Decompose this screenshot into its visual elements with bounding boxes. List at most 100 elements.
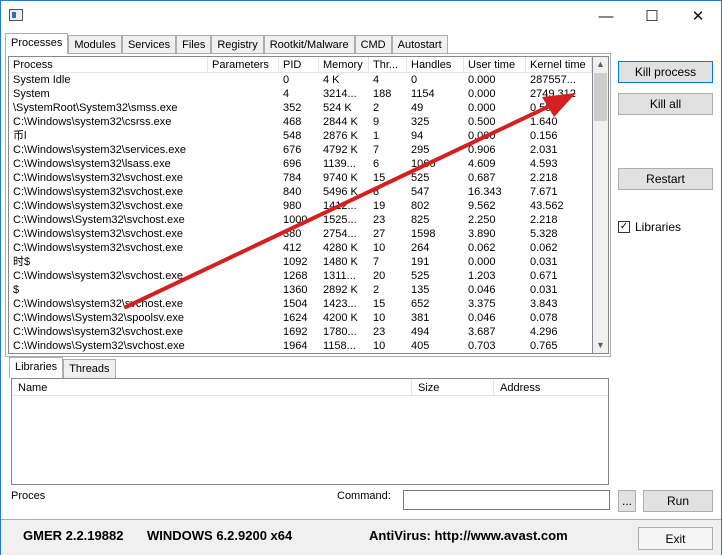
table-row[interactable]: $1360 2892 K 2 135 0.046 0.031 <box>9 283 592 297</box>
table-cell: 15 <box>373 298 386 310</box>
table-row[interactable]: C:\Windows\system32\svchost.exe 1504 1423.… <box>9 297 592 311</box>
table-cell: 1525... <box>323 214 357 226</box>
table-row[interactable]: 币l 548 2876 K 1 94 0.000 0.156 <box>9 129 592 143</box>
scroll-up-icon[interactable]: ▲ <box>593 57 608 72</box>
table-row[interactable]: C:\Windows\system32\csrss.exe 468 2844 K 9 3… <box>9 115 592 129</box>
column-header[interactable]: Memory <box>319 57 369 72</box>
table-cell: 1000 <box>283 214 308 226</box>
table-cell: 0 <box>283 74 290 86</box>
table-cell: 4792 K <box>323 144 358 156</box>
column-header[interactable]: Thr... <box>369 57 407 72</box>
column-header-name[interactable]: Name <box>12 379 412 395</box>
tab-modules[interactable]: Modules <box>68 35 122 54</box>
column-header[interactable]: User time <box>464 57 526 72</box>
table-cell: 676 <box>283 144 302 156</box>
tab-cmd[interactable]: CMD <box>354 35 392 54</box>
table-cell: 3.890 <box>468 228 496 240</box>
tab-files[interactable]: Files <box>176 35 212 54</box>
exit-button[interactable]: Exit <box>638 527 713 550</box>
table-cell: 1504 <box>283 298 308 310</box>
table-cell: 525 <box>411 270 430 282</box>
column-header[interactable]: PID <box>279 57 319 72</box>
tab-processes[interactable]: Processes <box>5 33 69 54</box>
table-cell: C:\Windows\system32\services.exe <box>13 144 186 156</box>
table-cell: 352 <box>283 102 302 114</box>
tab-threads[interactable]: Threads <box>63 359 116 378</box>
app-icon <box>9 9 23 21</box>
table-row[interactable]: C:\Windows\System32\spoolsv.exe 1624 4200 … <box>9 311 592 325</box>
table-cell: 1598 <box>411 228 436 240</box>
table-cell: 547 <box>411 186 430 198</box>
table-cell <box>208 241 279 255</box>
column-header[interactable]: Process <box>9 57 208 72</box>
table-cell: C:\Windows\System32\svchost.exe <box>13 340 185 352</box>
table-cell <box>208 255 279 269</box>
tab-registry[interactable]: Registry <box>211 35 264 54</box>
scroll-down-icon[interactable]: ▼ <box>593 338 608 353</box>
table-cell: 2.218 <box>530 172 558 184</box>
table-cell: 191 <box>411 256 430 268</box>
table-row[interactable]: C:\Windows\system32\svchost.exe 980 1412..… <box>9 199 592 213</box>
table-cell: C:\Windows\system32\svchost.exe <box>13 228 183 240</box>
table-cell: C:\Windows\system32\csrss.exe <box>13 116 172 128</box>
browse-button[interactable]: ... <box>618 490 636 512</box>
command-input[interactable] <box>403 490 610 510</box>
table-cell: 9.562 <box>468 200 496 212</box>
table-row[interactable]: C:\Windows\System32\svchost.exe 1000 1525.… <box>9 213 592 227</box>
table-cell <box>208 115 279 129</box>
antivirus-link[interactable]: AntiVirus: http://www.avast.com <box>369 528 568 543</box>
kill-process-button[interactable]: Kill process <box>618 61 713 83</box>
restart-button[interactable]: Restart <box>618 168 713 190</box>
table-cell: 0.078 <box>530 312 558 324</box>
table-cell: 0 <box>411 74 418 86</box>
table-row[interactable]: C:\Windows\System32\svchost.exe 1964 1158.… <box>9 339 592 353</box>
kill-all-button[interactable]: Kill all <box>618 93 713 115</box>
column-header[interactable]: Handles <box>407 57 464 72</box>
column-header-address[interactable]: Address <box>494 379 608 395</box>
table-cell: 548 <box>283 130 302 142</box>
table-cell: 49 <box>411 102 424 114</box>
run-button[interactable]: Run <box>643 490 713 512</box>
tab-libraries[interactable]: Libraries <box>9 357 64 378</box>
table-cell <box>208 171 279 185</box>
table-cell: 1964 <box>283 340 308 352</box>
column-header[interactable]: Parameters <box>208 57 279 72</box>
tab-services[interactable]: Services <box>121 35 177 54</box>
table-cell: C:\Windows\system32\svchost.exe <box>13 186 183 198</box>
table-cell: 264 <box>411 242 430 254</box>
version-text: GMER 2.2.19882 <box>23 528 124 543</box>
column-header-size[interactable]: Size <box>412 379 494 395</box>
table-cell <box>208 143 279 157</box>
table-row[interactable]: C:\Windows\system32\services.exe 676 4792 … <box>9 143 592 157</box>
table-row[interactable]: 时$ 1092 1480 K 7 191 0.000 0.031 <box>9 255 592 269</box>
table-cell: 1.640 <box>530 116 558 128</box>
table-cell: 0.046 <box>468 284 496 296</box>
column-header[interactable]: Kernel time <box>526 57 592 72</box>
table-row[interactable]: C:\Windows\system32\svchost.exe 380 2754..… <box>9 227 592 241</box>
table-cell: 3.843 <box>530 298 558 310</box>
close-button[interactable]: ✕ <box>675 1 721 31</box>
table-row[interactable]: C:\Windows\system32\lsass.exe 696 1139... 6… <box>9 157 592 171</box>
minimize-button[interactable]: — <box>583 1 629 31</box>
table-cell: 412 <box>283 242 302 254</box>
table-row[interactable]: System 4 3214... 188 1154 0.000 2749.312 <box>9 87 592 101</box>
scroll-thumb[interactable] <box>594 73 607 121</box>
maximize-button[interactable]: ☐ <box>629 1 675 31</box>
table-row[interactable]: C:\Windows\system32\svchost.exe 1268 1311.… <box>9 269 592 283</box>
table-row[interactable]: C:\Windows\system32\svchost.exe 784 9740 K… <box>9 171 592 185</box>
table-cell: 27 <box>373 228 386 240</box>
table-cell: 802 <box>411 200 430 212</box>
table-row[interactable]: C:\Windows\system32\svchost.exe 840 5496 K… <box>9 185 592 199</box>
table-cell: 2844 K <box>323 116 358 128</box>
table-row[interactable]: C:\Windows\system32\svchost.exe 412 4280 K… <box>9 241 592 255</box>
table-row[interactable]: System Idle 0 4 K 4 0 0.000 287557... <box>9 73 592 87</box>
tab-autostart[interactable]: Autostart <box>391 35 448 54</box>
table-cell <box>208 311 279 325</box>
table-row[interactable]: \SystemRoot\System32\smss.exe 352 524 K 2 49… <box>9 101 592 115</box>
tab-rootkitmalware[interactable]: Rootkit/Malware <box>263 35 355 54</box>
table-cell: C:\Windows\system32\svchost.exe <box>13 200 183 212</box>
table-cell <box>208 101 279 115</box>
libraries-checkbox[interactable]: ✓ <box>618 221 630 233</box>
table-row[interactable]: C:\Windows\system32\svchost.exe 1692 1780.… <box>9 325 592 339</box>
vertical-scrollbar[interactable]: ▲ ▼ <box>593 56 609 354</box>
